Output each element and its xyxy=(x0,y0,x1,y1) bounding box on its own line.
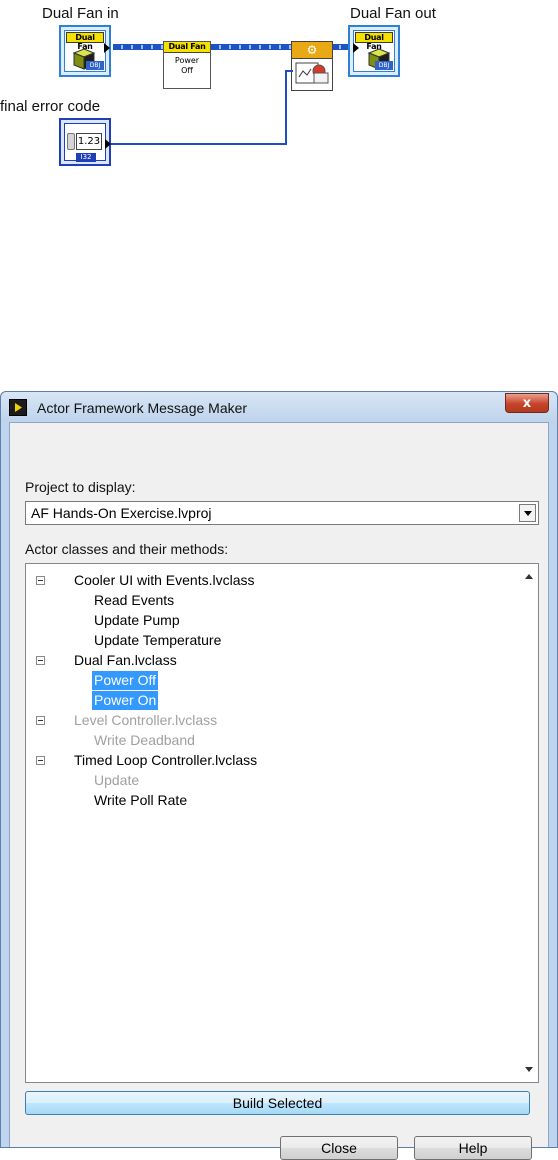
node-header: Dual Fan xyxy=(164,42,210,53)
node-body-line2: Off xyxy=(181,66,193,75)
app-arrow-icon xyxy=(15,403,22,412)
tree-method-item[interactable]: Power On xyxy=(92,691,159,710)
chevron-down-icon[interactable] xyxy=(519,504,536,522)
send-message-node[interactable]: ⚙ xyxy=(291,41,333,91)
label-final-error-code: final error code xyxy=(0,98,101,115)
dialog-client: Project to display: AF Hands-On Exercise… xyxy=(9,422,549,1160)
terminal-header: Dual Fan xyxy=(355,32,393,51)
tree-method-item[interactable]: Power Off xyxy=(92,671,158,690)
close-icon[interactable]: x xyxy=(505,393,549,413)
title-bar: Actor Framework Message Maker x xyxy=(1,392,557,422)
label-dual-fan-out: Dual Fan out xyxy=(350,5,436,22)
build-selected-button[interactable]: Build Selected xyxy=(25,1091,530,1115)
class-wire-1 xyxy=(113,44,163,50)
error-wire-stub xyxy=(285,70,293,72)
message-icon xyxy=(295,62,329,84)
label-dual-fan-in: Dual Fan in xyxy=(42,5,119,22)
collapse-icon[interactable] xyxy=(36,576,45,585)
tree-class-item[interactable]: Timed Loop Controller.lvclass xyxy=(74,751,257,770)
tree-method-item[interactable]: Write Poll Rate xyxy=(92,791,189,810)
scroll-down-icon[interactable] xyxy=(525,1067,533,1072)
numeric-knob-icon xyxy=(67,133,75,150)
project-select[interactable]: AF Hands-On Exercise.lvproj xyxy=(25,501,539,525)
numeric-value: 1.23 xyxy=(76,133,102,150)
actor-methods-tree[interactable]: Cooler UI with Events.lvclass Read Events… xyxy=(25,563,539,1083)
labview-app-icon xyxy=(9,399,27,416)
tree-method-item[interactable]: Write Deadband xyxy=(92,731,197,750)
block-diagram: Dual Fan in Dual Fan out final error cod… xyxy=(0,0,558,200)
tree-method-item[interactable]: Update Temperature xyxy=(92,631,223,650)
tree-method-item[interactable]: Update Pump xyxy=(92,611,182,630)
output-arrow-icon xyxy=(104,43,110,53)
error-wire-v xyxy=(285,70,287,145)
collapse-icon[interactable] xyxy=(36,716,45,725)
help-button[interactable]: Help xyxy=(414,1136,532,1160)
final-error-code-terminal[interactable]: 1.23 I32 xyxy=(59,118,111,166)
tree-label: Actor classes and their methods: xyxy=(25,541,229,557)
terminal-badge: DBJ xyxy=(375,61,393,70)
window-title: Actor Framework Message Maker xyxy=(37,400,248,416)
node-body-line1: Power xyxy=(174,56,200,65)
tree-method-item[interactable]: Update xyxy=(92,771,141,790)
tree-scrollbar[interactable] xyxy=(521,564,538,1082)
input-arrow-icon xyxy=(353,43,359,53)
numeric-type-badge: I32 xyxy=(76,153,96,162)
tree-class-item[interactable]: Level Controller.lvclass xyxy=(74,711,217,730)
close-button[interactable]: Close xyxy=(280,1136,398,1160)
tree-method-item[interactable]: Read Events xyxy=(92,591,176,610)
terminal-badge: DBJ xyxy=(86,61,104,70)
project-select-value: AF Hands-On Exercise.lvproj xyxy=(31,505,212,521)
scroll-up-icon[interactable] xyxy=(525,574,533,579)
tree-class-item[interactable]: Dual Fan.lvclass xyxy=(74,651,177,670)
power-off-node[interactable]: Dual Fan Power Off xyxy=(163,41,211,89)
message-maker-window: Actor Framework Message Maker x Project … xyxy=(0,391,558,1160)
terminal-header: Dual Fan xyxy=(66,32,104,51)
class-wire-2 xyxy=(211,44,293,50)
error-wire-h xyxy=(111,143,286,145)
collapse-icon[interactable] xyxy=(36,656,45,665)
tree-class-item[interactable]: Cooler UI with Events.lvclass xyxy=(74,571,255,590)
gear-icon: ⚙ xyxy=(292,42,332,59)
project-label: Project to display: xyxy=(25,479,136,495)
collapse-icon[interactable] xyxy=(36,756,45,765)
